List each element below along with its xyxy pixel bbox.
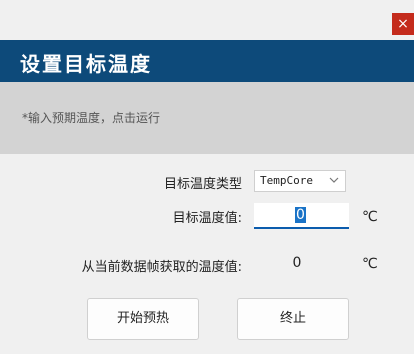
target-type-select[interactable]: TempCore [254,170,346,192]
start-preheat-label: 开始预热 [116,311,169,326]
current-temp-unit: ℃ [362,256,378,272]
target-value-text: 0 [295,207,306,223]
target-value-input[interactable]: 0 [254,203,349,229]
title-bar: × [0,0,414,40]
dialog-window: × 设置目标温度 *输入预期温度，点击运行 目标温度类型 TempCore 目标… [0,0,414,354]
chevron-down-icon [329,177,339,183]
close-button[interactable]: × [392,13,414,35]
target-value-unit: ℃ [362,209,378,225]
dialog-header: 设置目标温度 [0,40,414,82]
target-type-label: 目标温度类型 [163,177,242,192]
stop-label: 终止 [279,311,306,326]
hint-text: *输入预期温度，点击运行 [22,111,161,125]
stop-button[interactable]: 终止 [237,298,349,340]
current-temp-value: 0 [292,255,302,271]
hint-panel: *输入预期温度，点击运行 [0,82,414,154]
dialog-title: 设置目标温度 [20,52,152,76]
close-icon: × [397,16,409,32]
target-type-value: TempCore [260,174,313,187]
current-temp-label: 从当前数据帧获取的温度值: [81,260,242,275]
start-preheat-button[interactable]: 开始预热 [87,298,199,340]
target-value-label: 目标温度值: [172,211,242,226]
